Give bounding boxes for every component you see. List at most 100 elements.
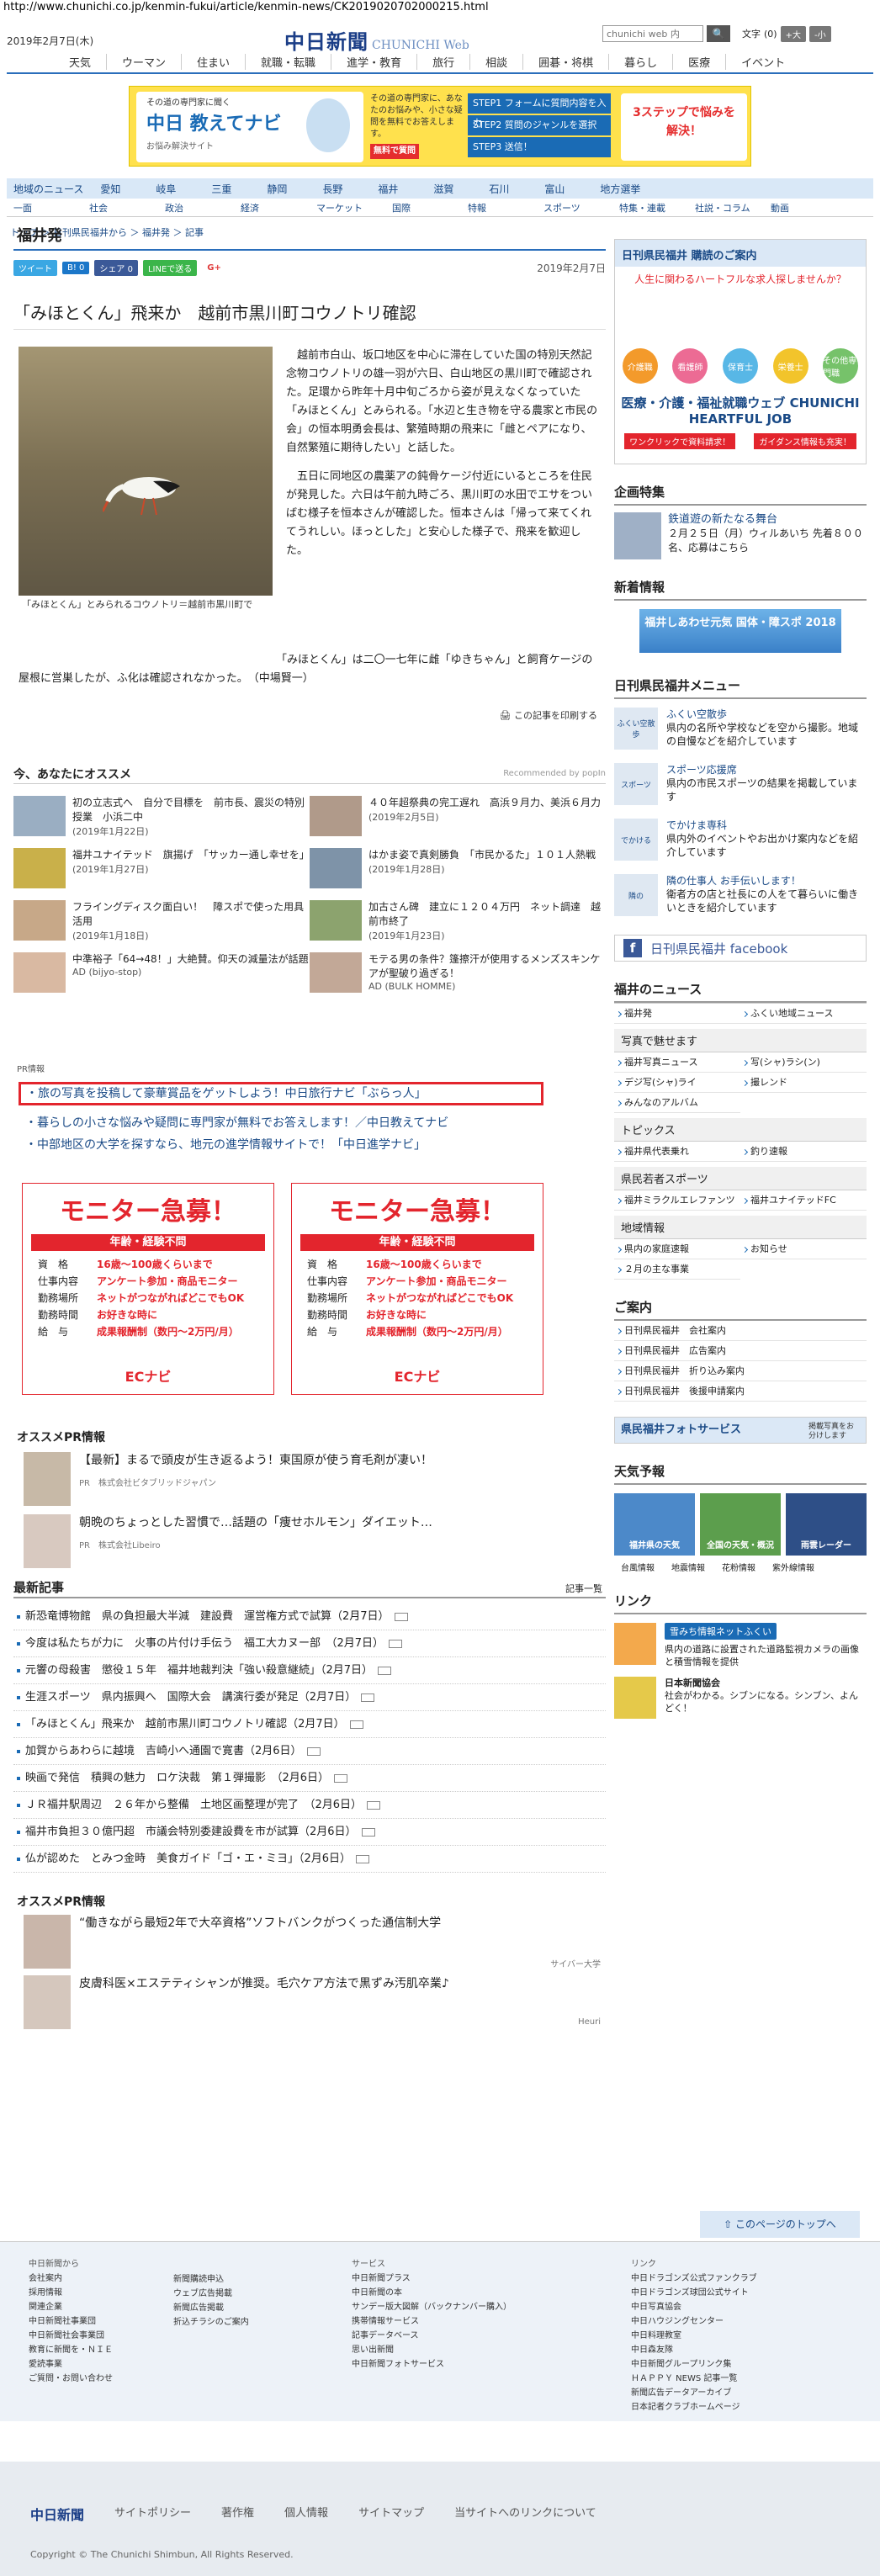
news-item[interactable]: 新恐竜博物館 県の負担最大半減 建設費 運営権方式で試算（2月7日） (13, 1603, 606, 1630)
footer-link[interactable]: 中日森友隊 (631, 2343, 757, 2357)
photo-service-banner[interactable]: 県民福井フォトサービス 掲載写真をお分けします (614, 1417, 867, 1444)
to-top-button[interactable]: ⇧ このページのトップへ (700, 2211, 860, 2238)
gplus-button[interactable]: G+ (202, 261, 226, 274)
news-item[interactable]: 仏が認めた とみつ金時 美食ガイド「ゴ・エ・ミヨ」（2月6日） (13, 1846, 606, 1873)
font-bigger-button[interactable]: +大 (780, 25, 806, 42)
menu-item[interactable]: スポーツ スポーツ応援席 県内の市民スポーツの結果を掲載しています (614, 763, 867, 810)
recommend-item[interactable]: 中準裕子「64→48！」大絶賛。仰天の減量法が話題 AD (bijyo-stop) (13, 952, 310, 998)
footer-nav-link[interactable]: 著作権 (221, 2504, 254, 2524)
region-nav-item[interactable]: 滋賀 (433, 182, 489, 196)
recommend-item[interactable]: 初の立志式へ 自分で目標を 前市長、震災の特別授業 小浜二中 (2019年1月22… (13, 796, 310, 841)
facebook-link[interactable]: f 日刊県民福井 facebook (614, 935, 867, 962)
footer-link[interactable]: 中日写真協会 (631, 2300, 757, 2314)
font-smaller-button[interactable]: -小 (808, 25, 831, 42)
link-pressnet[interactable]: 日本新聞協会 社会がわかる。シブンになる。シンブン、よんどく！ (614, 1677, 867, 1719)
sidebar-link[interactable]: 福井ユナイテッドFC (740, 1190, 867, 1211)
weather-link[interactable]: 紫外線情報 (772, 1561, 814, 1573)
footer-link[interactable]: 中日新聞フォトサービス (352, 2357, 512, 2372)
ospr2-item[interactable]: “働きながら最短2年で大卒資格”ソフトバンクがつくった通信制大学 サイバー大学 (24, 1915, 601, 1969)
ospr1-item[interactable]: 【最新】まるで頭皮が生き返るよう！東国原が使う育毛剤が凄い！ PR 株式会社ビタブ… (24, 1452, 432, 1506)
tweet-button[interactable]: ツイート (13, 259, 57, 276)
gnav-item[interactable]: 医療 (672, 53, 725, 70)
sidebar-link[interactable]: 県内の家庭速報 (614, 1239, 740, 1259)
section-nav-item[interactable]: 社説・コラム (695, 201, 771, 215)
region-nav-item[interactable]: 富山 (544, 182, 600, 196)
news-item[interactable]: 今度は私たちが力に 火事の片付け手伝う 福工大カヌー部 （2月7日） (13, 1630, 606, 1657)
news-item[interactable]: 福井市負担３０億円超 市議会特別委建設費を市が試算（2月6日） (13, 1819, 606, 1846)
gnav-item[interactable]: 進学・教育 (331, 53, 416, 70)
news-item[interactable]: 元響の母殺害 懲役１５年 福井地裁判決「強い殺意継続」（2月7日） (13, 1657, 606, 1684)
menu-item[interactable]: 隣の 隣の仕事人 お手伝いします！ 衛者方の店と社長にの人をて暮らいに働きいときを紹… (614, 874, 867, 921)
weather-link[interactable]: 地震情報 (671, 1561, 705, 1573)
footer-link[interactable]: 中日ドラゴンズ公式ファンクラブ (631, 2271, 757, 2286)
weather-national-tile[interactable]: 全国の天気・概況 (700, 1493, 781, 1556)
request-button[interactable]: ワンクリックで資料請求！ (624, 433, 736, 449)
section-nav-item[interactable]: 特報 (468, 201, 543, 215)
news-item[interactable]: 映画で発信 積興の魅力 ロケ決裁 第１弾撮影 （2月6日） (13, 1765, 606, 1792)
menu-item[interactable]: ふくい空散歩 ふくい空散歩 県内の名所や学校などを空から撮影。地域の自慢などを紹介し… (614, 708, 867, 755)
gnav-item[interactable]: ウーマン (106, 53, 181, 70)
region-nav-item[interactable]: 静岡 (267, 182, 322, 196)
footer-link[interactable]: 折込チラシのご案内 (173, 2315, 249, 2330)
gnav-item[interactable]: 相談 (469, 53, 522, 70)
section-nav-item[interactable]: 社会 (89, 201, 165, 215)
search-input[interactable] (602, 25, 703, 42)
news-item[interactable]: ＪＲ福井駅周辺 ２６年から整備 土地区画整理が完了 （2月6日） (13, 1792, 606, 1819)
footer-link[interactable]: 新聞購読申込 (173, 2272, 249, 2287)
footer-link[interactable]: ウェブ広告掲載 (173, 2287, 249, 2301)
footer-link[interactable]: 中日料理教室 (631, 2329, 757, 2343)
kikaku-item[interactable]: 鉄道遊の新たなる舞台 ２月２５日（月）ウィルあいち 先着８００名、応募はこちら (614, 512, 867, 559)
sidebar-link[interactable]: お知らせ (740, 1239, 867, 1259)
search-button[interactable]: 🔍 (707, 25, 730, 42)
region-nav-item[interactable]: 愛知 (100, 182, 156, 196)
recommend-item[interactable]: はかま姿で真剣勝負 「市民かるた」１０１人熱戦 (2019年1月28日) (310, 848, 606, 893)
recommend-item[interactable]: 加古さん碑 建立に１２０４万円 ネット調達 越前市終了 (2019年1月23日) (310, 900, 606, 946)
gnav-item[interactable]: 住まい (181, 53, 245, 70)
subscribe-banner[interactable]: 日刊県民福井 購読のご案内 人生に関わるハートフルな求人探しませんか？ 介護職 … (614, 239, 867, 464)
section-nav-item[interactable]: スポーツ (543, 201, 619, 215)
annai-link[interactable]: 日刊県民福井 広告案内 (614, 1341, 867, 1361)
facebook-share-button[interactable]: シェア 0 (94, 259, 138, 276)
region-nav-item[interactable]: 長野 (322, 182, 378, 196)
pr-link[interactable]: ・中部地区の大学を探すなら、地元の進学情報サイトで！「中日進学ナビ」 (25, 1136, 426, 1153)
footer-link[interactable]: 新聞広告掲載 (173, 2301, 249, 2315)
footer-link[interactable]: サンデー版大図解（バックナンバー購入） (352, 2300, 512, 2314)
ospr1-item[interactable]: 朝晩のちょっとした習慣で…話題の「痩せホルモン」ダイエット… PR 株式会社Lib… (24, 1514, 432, 1568)
footer-link[interactable]: 中日新聞プラス (352, 2271, 512, 2286)
gnav-item[interactable]: 就職・転職 (245, 53, 331, 70)
pr-link[interactable]: ・暮らしの小さな悩みや疑問に専門家が無料でお答えします！／中日教えてナビ (25, 1114, 448, 1131)
region-nav-item[interactable]: 三重 (211, 182, 267, 196)
recommend-item[interactable]: モテる男の条件？篷擦汗が使用するメンズスキンケアが聖破り過ぎる！ AD (BULK… (310, 952, 606, 998)
gnav-item[interactable]: 天気 (54, 54, 106, 70)
kokutai-banner[interactable]: 福井しあわせ元気 国体・障スポ 2018 (639, 609, 841, 653)
footer-link[interactable]: 中日ドラゴンズ球団公式サイト (631, 2286, 757, 2300)
region-nav-item[interactable]: 地方選挙 (600, 182, 657, 196)
footer-link[interactable]: 日本記者クラブホームページ (631, 2400, 757, 2414)
footer-nav-link[interactable]: 個人情報 (284, 2504, 328, 2524)
guidance-button[interactable]: ガイダンス情報も充実！ (754, 433, 856, 449)
region-nav-item[interactable]: 地域のニュース (13, 182, 100, 196)
ospr2-item[interactable]: 皮膚科医×エステティシャンが推奨。毛穴ケア方法で黒ずみ汚肌卒業♪ Heuri (24, 1975, 601, 2029)
footer-nav-link[interactable]: 当サイトへのリンクについて (454, 2504, 596, 2524)
section-nav-item[interactable]: 経済 (241, 201, 316, 215)
news-item[interactable]: 「みほとくん」飛来か 越前市黒川町コウノトリ確認（2月7日） (13, 1711, 606, 1738)
pr-link-highlighted[interactable]: ・旅の写真を投稿して豪華賞品をゲットしよう！中日旅行ナビ「ぶらっ人」 (19, 1082, 543, 1105)
sidebar-link[interactable]: みんなのアルバム (614, 1093, 740, 1113)
section-nav-item[interactable]: 一面 (13, 201, 89, 215)
ec-ad-2[interactable]: モニター急募！ 年齢・経験不問 資 格 16歳～100歳くらいまで 仕事内容 アンケ… (291, 1183, 543, 1395)
region-nav-item[interactable]: 石川 (489, 182, 544, 196)
article-photo[interactable]: 「みほとくん」とみられるコウノトリ＝越前市黒川町で (19, 347, 273, 631)
gnav-item[interactable]: 旅行 (416, 53, 469, 70)
section-nav-item[interactable]: 動画 (771, 201, 846, 215)
menu-item[interactable]: でかける でかけま専科 県内外のイベントやお出かけ案内などを紹介しています (614, 819, 867, 866)
section-nav-item[interactable]: マーケット (316, 201, 392, 215)
footer-nav-link[interactable]: サイトポリシー (114, 2504, 191, 2524)
sidebar-link[interactable]: ふくい地域ニュース (740, 1004, 867, 1024)
annai-link[interactable]: 日刊県民福井 会社案内 (614, 1321, 867, 1341)
sidebar-link[interactable]: 福井ミラクルエレファンツ (614, 1190, 740, 1211)
footer-link[interactable]: ご質問・お問い合わせ (29, 2372, 113, 2386)
gnav-item[interactable]: 暮らし (608, 53, 672, 70)
footer-link[interactable]: 中日新聞グループリンク集 (631, 2357, 757, 2372)
news-item[interactable]: 生涯スポーツ 県内振興へ 国際大会 講演行委が発足（2月7日） (13, 1684, 606, 1711)
annai-link[interactable]: 日刊県民福井 後援申請案内 (614, 1381, 867, 1402)
